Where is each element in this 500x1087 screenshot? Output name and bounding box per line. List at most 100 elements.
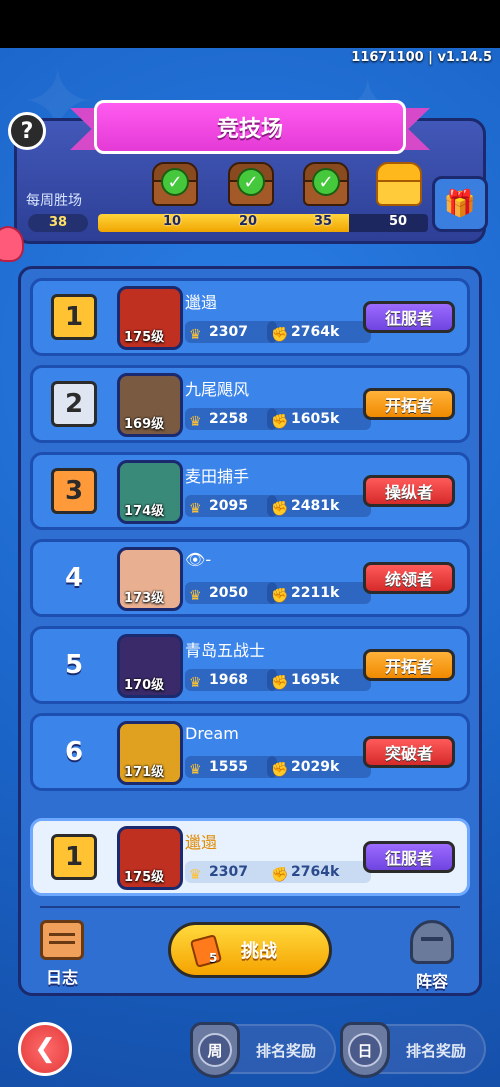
player-level: 175级 <box>124 330 165 345</box>
scroll-icon <box>40 920 84 960</box>
weekly-wins-label: 每周胜场 <box>26 193 82 209</box>
avatar[interactable]: 170级 <box>117 634 183 698</box>
log-button[interactable]: 日志 <box>40 920 84 988</box>
power-value: ✊ 1695k <box>267 669 371 691</box>
rank-row[interactable]: 6 171级 Dream ♛ 1555 ✊ 2029k 突破者 <box>30 713 470 791</box>
my-level: 175级 <box>124 870 165 885</box>
medal-icon: 周 <box>190 1022 240 1078</box>
power-value: ✊ 2029k <box>267 756 371 778</box>
milestone-50: 50 <box>389 214 408 229</box>
trophy-count: ♛ 1968 <box>185 669 277 691</box>
weekly-wins-count: 38 <box>28 214 88 232</box>
weekly-reward-label: 排名奖励 <box>256 1042 317 1060</box>
crown-icon: ♛ <box>189 501 202 517</box>
trophy-count: ♛ 1555 <box>185 756 277 778</box>
my-name: 邋遢 <box>185 833 218 852</box>
player-name: 👁- <box>185 550 212 569</box>
check-icon: ✓ <box>312 168 340 196</box>
avatar[interactable]: 175级 <box>117 826 183 890</box>
avatar[interactable]: 171级 <box>117 721 183 785</box>
weekly-reward-button[interactable]: 周 排名奖励 <box>190 1022 336 1078</box>
power-value: ✊ 2481k <box>267 495 371 517</box>
milestone-35: 35 <box>314 214 333 229</box>
my-rank-row[interactable]: 1 175级 邋遢 ♛ 2307 ✊ 2764k 征服者 <box>30 818 470 896</box>
my-title-badge: 征服者 <box>363 841 455 873</box>
my-rank-badge: 1 <box>51 834 97 880</box>
crown-icon: ♛ <box>189 867 202 883</box>
weekly-progress-fill <box>98 214 349 232</box>
title-badge: 操纵者 <box>363 475 455 507</box>
helmet-icon <box>410 920 454 964</box>
avatar[interactable]: 173级 <box>117 547 183 611</box>
divider <box>40 906 460 908</box>
title-badge: 突破者 <box>363 736 455 768</box>
chest-20-icon[interactable]: ✓ <box>228 162 274 206</box>
chest-35-icon[interactable]: ✓ <box>303 162 349 206</box>
fist-icon: ✊ <box>271 867 289 883</box>
rank-row[interactable]: 5 170级 青岛五战士 ♛ 1968 ✊ 1695k 开拓者 <box>30 626 470 704</box>
rank-badge: 2 <box>51 381 97 427</box>
avatar[interactable]: 175级 <box>117 286 183 350</box>
player-level: 169级 <box>124 417 165 432</box>
player-name: 邋遢 <box>185 293 218 312</box>
rank-badge: 6 <box>64 737 84 767</box>
gift-icon[interactable]: 🎁 <box>432 176 488 232</box>
fist-icon: ✊ <box>271 414 289 430</box>
log-label: 日志 <box>45 968 78 987</box>
chest-10-icon[interactable]: ✓ <box>152 162 198 206</box>
player-level: 173级 <box>124 591 165 606</box>
power-value: ✊ 1605k <box>267 408 371 430</box>
medal-icon: 日 <box>340 1022 390 1078</box>
rank-badge: 3 <box>51 468 97 514</box>
avatar[interactable]: 169级 <box>117 373 183 437</box>
fist-icon: ✊ <box>271 588 289 604</box>
rank-badge: 5 <box>64 650 84 680</box>
ranking-list[interactable]: 1 175级 邋遢 ♛ 2307 ✊ 2764k 征服者 2 169级 九尾飓风 ♛… <box>30 278 470 806</box>
my-power: ✊ 2764k <box>267 861 371 883</box>
page-title: 竞技场 <box>94 100 406 154</box>
player-name: 青岛五战士 <box>185 641 266 660</box>
rank-row[interactable]: 4 173级 👁- ♛ 2050 ✊ 2211k 统领者 <box>30 539 470 617</box>
crown-icon: ♛ <box>189 588 202 604</box>
lineup-button[interactable]: 阵容 <box>410 920 454 992</box>
title-badge: 征服者 <box>363 301 455 333</box>
my-trophies: ♛ 2307 <box>185 861 277 883</box>
help-button[interactable]: ? <box>8 112 46 150</box>
rank-row[interactable]: 1 175级 邋遢 ♛ 2307 ✊ 2764k 征服者 <box>30 278 470 356</box>
fist-icon: ✊ <box>271 327 289 343</box>
weekly-progress-bar <box>98 214 428 232</box>
daily-reward-button[interactable]: 日 排名奖励 <box>340 1022 486 1078</box>
trophy-count: ♛ 2095 <box>185 495 277 517</box>
challenge-label: 挑战 <box>241 941 277 962</box>
chest-50-icon[interactable] <box>376 162 422 206</box>
crown-icon: ♛ <box>189 414 202 430</box>
crown-icon: ♛ <box>189 675 202 691</box>
fist-icon: ✊ <box>271 501 289 517</box>
daily-reward-label: 排名奖励 <box>406 1042 467 1060</box>
ticket-count: 5 <box>209 951 218 965</box>
milestone-20: 20 <box>239 214 258 229</box>
rank-badge: 4 <box>64 563 84 593</box>
rank-row[interactable]: 3 174级 麦田捕手 ♛ 2095 ✊ 2481k 操纵者 <box>30 452 470 530</box>
power-value: ✊ 2764k <box>267 321 371 343</box>
rank-row[interactable]: 2 169级 九尾飓风 ♛ 2258 ✊ 1605k 开拓者 <box>30 365 470 443</box>
player-level: 174级 <box>124 504 165 519</box>
player-name: 九尾飓风 <box>185 380 250 399</box>
player-name: Dream <box>185 724 239 743</box>
back-button[interactable]: ❮ <box>18 1022 72 1076</box>
challenge-button[interactable]: 5 挑战 <box>168 922 332 978</box>
milestone-10: 10 <box>163 214 182 229</box>
trophy-count: ♛ 2050 <box>185 582 277 604</box>
status-bar <box>0 0 500 48</box>
version-text: 11671100 | v1.14.5 <box>351 50 492 65</box>
player-level: 170级 <box>124 678 165 693</box>
player-level: 171级 <box>124 765 165 780</box>
player-name: 麦田捕手 <box>185 467 250 486</box>
trophy-count: ♛ 2307 <box>185 321 277 343</box>
back-arrow-icon: ❮ <box>34 1034 56 1064</box>
avatar[interactable]: 174级 <box>117 460 183 524</box>
check-icon: ✓ <box>237 168 265 196</box>
power-value: ✊ 2211k <box>267 582 371 604</box>
title-badge: 统领者 <box>363 562 455 594</box>
lineup-label: 阵容 <box>415 972 448 991</box>
